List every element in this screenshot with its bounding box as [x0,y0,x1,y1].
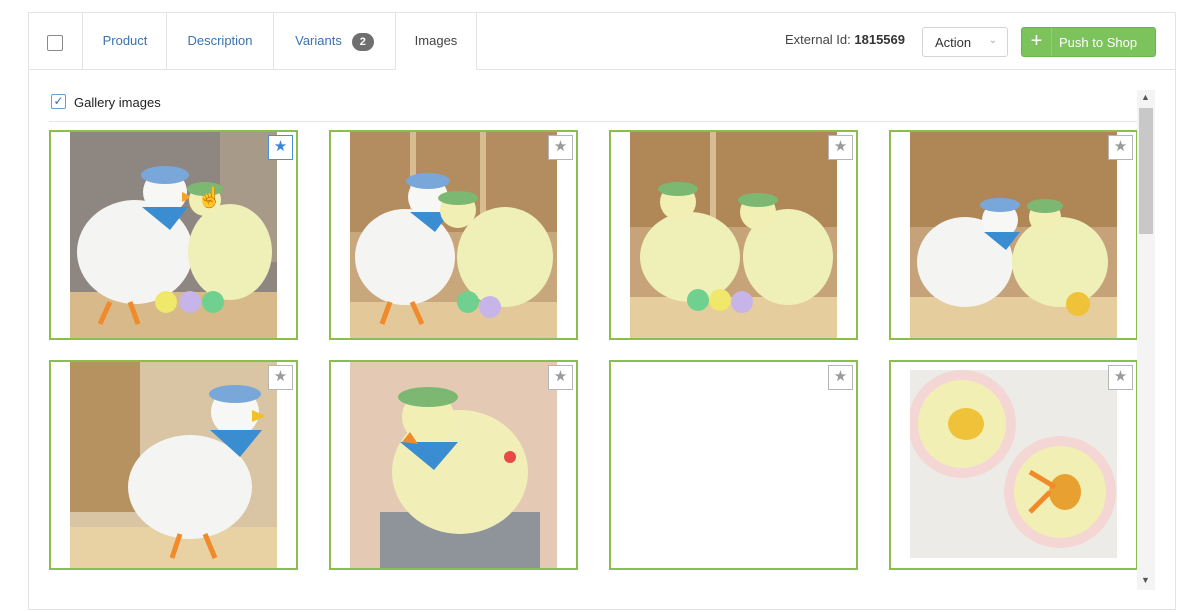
star-icon[interactable]: ★ [1108,135,1133,160]
hand-cursor-icon: ☝ [197,187,222,209]
image-tile[interactable]: ☝ ★ [49,130,298,340]
tab-variants-label: Variants [295,33,342,48]
star-icon[interactable]: ★ [1108,365,1133,390]
scroll-up-icon[interactable]: ▲ [1141,92,1150,102]
variants-count-badge: 2 [351,32,374,51]
product-image [70,362,277,568]
external-id: External Id: 1815569 [785,32,905,47]
external-id-value: 1815569 [854,32,906,47]
tab-variants[interactable]: Variants 2 [274,13,396,69]
star-icon[interactable]: ★ [828,365,853,390]
tab-product[interactable]: Product [84,13,167,69]
push-to-shop-button[interactable]: + Push to Shop [1021,27,1156,57]
product-image [910,132,1117,338]
image-tile[interactable]: ★ [889,360,1138,570]
action-label: Action [935,35,972,50]
star-icon[interactable]: ★ [268,135,293,160]
tab-description[interactable]: Description [167,13,274,69]
action-dropdown[interactable]: Action ⌄ [922,27,1008,57]
image-tile[interactable]: ★ [609,130,858,340]
tab-bar: Product Description Variants 2 Images Ext… [29,13,1175,70]
vertical-scrollbar[interactable]: ▲ ▼ [1137,90,1155,590]
image-tile-empty[interactable]: ★ [609,360,858,570]
product-image [70,132,277,338]
tab-description-label: Description [187,33,253,48]
images-content: ✓ Gallery images ☝ ★ ★ ★ ★ ★ ★ ★ ★ ▲ ▼ [29,70,1175,610]
external-id-label: External Id: [785,32,851,47]
image-tile[interactable]: ★ [329,130,578,340]
star-icon[interactable]: ★ [548,135,573,160]
star-icon[interactable]: ★ [828,135,853,160]
tab-images[interactable]: Images [396,13,477,70]
scroll-down-icon[interactable]: ▼ [1141,575,1150,585]
star-icon[interactable]: ★ [268,365,293,390]
gallery-images-label: Gallery images [74,95,161,110]
gallery-images-checkbox[interactable]: ✓ [51,94,66,109]
tab-product-label: Product [102,33,148,48]
scrollbar-thumb[interactable] [1139,108,1153,234]
push-to-shop-label: Push to Shop [1059,35,1138,50]
image-tile[interactable]: ★ [889,130,1138,340]
chevron-down-icon: ⌄ [988,35,997,46]
plus-icon: + [1022,28,1052,56]
product-image [350,132,557,338]
product-panel: Product Description Variants 2 Images Ext… [28,12,1176,610]
gallery-header: ✓ Gallery images [49,92,1139,122]
star-icon[interactable]: ★ [548,365,573,390]
product-image [910,362,1117,568]
tab-images-label: Images [414,33,458,48]
check-icon: ✓ [53,94,64,108]
select-all-checkbox[interactable] [47,35,63,51]
select-all-cell [29,13,83,69]
product-image [350,362,557,568]
image-tile[interactable]: ★ [49,360,298,570]
product-image [630,132,837,338]
image-tile[interactable]: ★ [329,360,578,570]
